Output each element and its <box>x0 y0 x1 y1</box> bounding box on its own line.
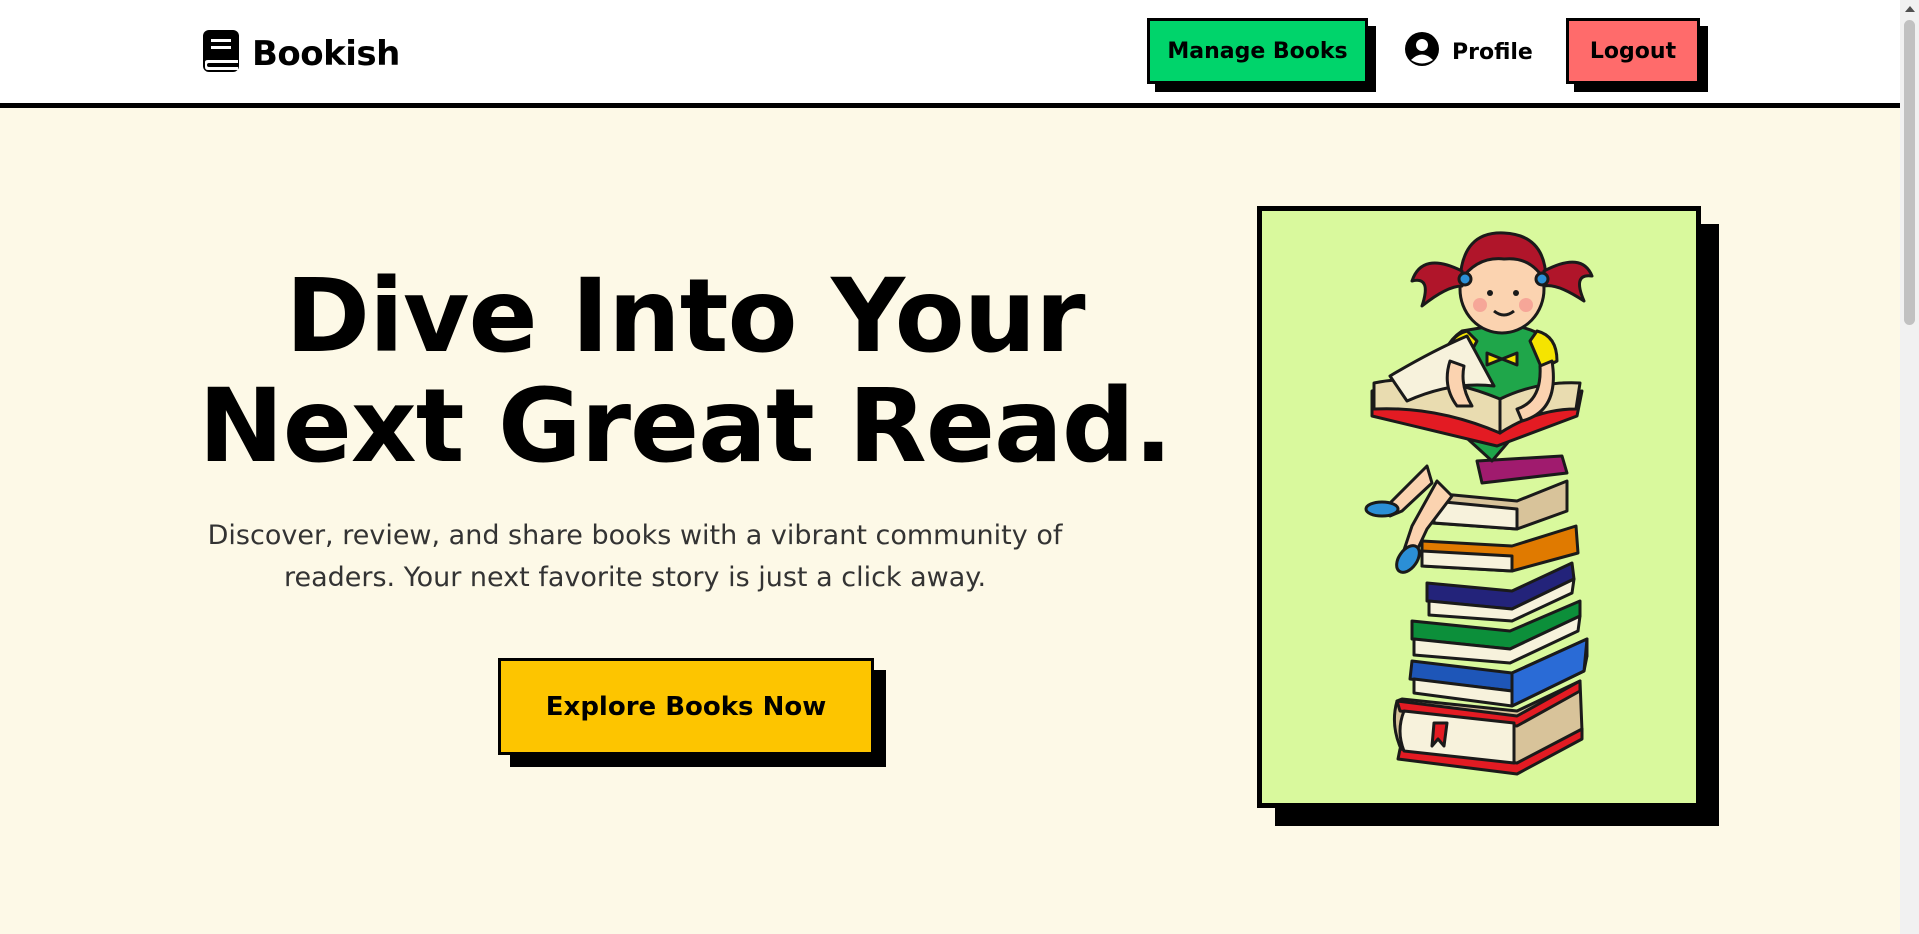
logout-button[interactable]: Logout <box>1566 18 1700 84</box>
scroll-up-arrow-icon[interactable] <box>1905 6 1915 12</box>
top-navbar: Bookish Manage Books Profile Logout <box>0 0 1900 108</box>
brand-title: Bookish <box>252 33 400 74</box>
hero-title: Dive Into Your Next Great Read. <box>140 262 1230 482</box>
profile-label: Profile <box>1452 39 1533 65</box>
hero-title-line-2: Next Great Read. <box>198 367 1172 486</box>
book-icon <box>202 29 240 78</box>
hero-subtitle-line-1: Discover, review, and share books with a… <box>207 520 1063 551</box>
vertical-scrollbar[interactable] <box>1900 0 1919 934</box>
scrollbar-thumb[interactable] <box>1904 20 1915 325</box>
hero-subtitle-line-2: readers. Your next favorite story is jus… <box>283 562 987 593</box>
user-circle-icon <box>1404 31 1440 73</box>
explore-books-button[interactable]: Explore Books Now <box>498 658 874 755</box>
brand[interactable]: Bookish <box>202 29 400 78</box>
profile-link[interactable]: Profile <box>1404 30 1533 74</box>
illustration-card <box>1257 206 1701 808</box>
hero-title-line-1: Dive Into Your <box>285 257 1085 376</box>
hero-subtitle: Discover, review, and share books with a… <box>195 515 1075 599</box>
girl-reading-on-book-stack-illustration <box>1364 231 1594 776</box>
manage-books-button[interactable]: Manage Books <box>1147 18 1368 84</box>
